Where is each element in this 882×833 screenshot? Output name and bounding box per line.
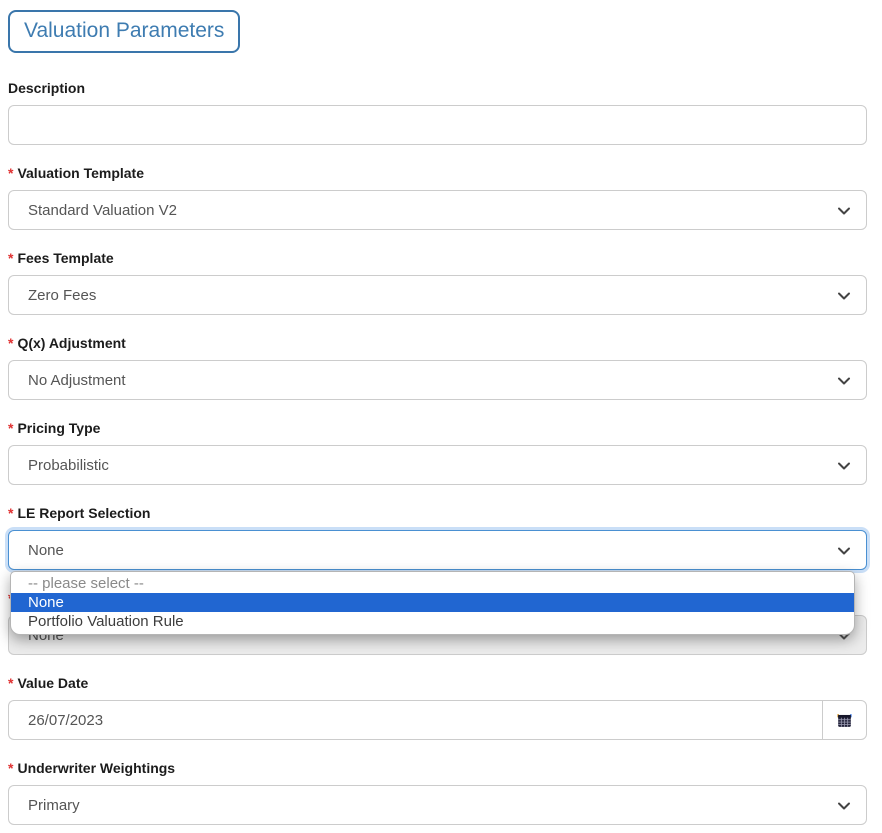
pricing-type-select[interactable]: Probabilistic xyxy=(8,445,867,485)
required-asterisk: * xyxy=(8,335,13,351)
description-input[interactable] xyxy=(8,105,867,145)
valuation-template-select[interactable]: Standard Valuation V2 xyxy=(8,190,867,230)
chevron-down-icon xyxy=(837,204,851,218)
value-date-label-text: Value Date xyxy=(17,675,88,691)
fees-template-value: Zero Fees xyxy=(9,287,866,304)
le-report-selection-label: *LE Report Selection xyxy=(8,505,867,521)
chevron-down-icon xyxy=(837,544,851,558)
fees-template-select[interactable]: Zero Fees xyxy=(8,275,867,315)
option-none[interactable]: None xyxy=(11,593,854,612)
qx-adjustment-label: *Q(x) Adjustment xyxy=(8,335,867,351)
value-date-input[interactable] xyxy=(8,700,822,740)
chevron-down-icon xyxy=(837,459,851,473)
valuation-template-label-text: Valuation Template xyxy=(17,165,144,181)
le-report-selection-value: None xyxy=(9,542,866,559)
chevron-down-icon xyxy=(837,289,851,303)
field-le-report-selection: *LE Report Selection None -- please sele… xyxy=(8,505,867,570)
fees-template-label: *Fees Template xyxy=(8,250,867,266)
required-asterisk: * xyxy=(8,165,13,181)
underwriter-weightings-select[interactable]: Primary xyxy=(8,785,867,825)
date-picker-button[interactable] xyxy=(822,700,867,740)
valuation-template-label: *Valuation Template xyxy=(8,165,867,181)
chevron-down-icon xyxy=(837,799,851,813)
required-asterisk: * xyxy=(8,675,13,691)
required-asterisk: * xyxy=(8,760,13,776)
qx-adjustment-value: No Adjustment xyxy=(9,372,866,389)
required-asterisk: * xyxy=(8,505,13,521)
page-title: Valuation Parameters xyxy=(8,10,240,53)
le-report-selection-wrap: None -- please select -- None Portfolio … xyxy=(8,530,867,570)
underwriter-weightings-label: *Underwriter Weightings xyxy=(8,760,867,776)
field-pricing-type: *Pricing Type Probabilistic xyxy=(8,420,867,485)
le-report-selection-options: -- please select -- None Portfolio Valua… xyxy=(10,571,855,635)
description-label: Description xyxy=(8,80,867,96)
pricing-type-label-text: Pricing Type xyxy=(17,420,100,436)
field-valuation-template: *Valuation Template Standard Valuation V… xyxy=(8,165,867,230)
pricing-type-label: *Pricing Type xyxy=(8,420,867,436)
calendar-icon xyxy=(835,711,854,730)
value-date-label: *Value Date xyxy=(8,675,867,691)
field-description: Description xyxy=(8,80,867,145)
qx-adjustment-select[interactable]: No Adjustment xyxy=(8,360,867,400)
fees-template-label-text: Fees Template xyxy=(17,250,113,266)
field-qx-adjustment: *Q(x) Adjustment No Adjustment xyxy=(8,335,867,400)
le-report-selection-select[interactable]: None xyxy=(8,530,867,570)
chevron-down-icon xyxy=(837,374,851,388)
qx-adjustment-label-text: Q(x) Adjustment xyxy=(17,335,125,351)
le-report-selection-label-text: LE Report Selection xyxy=(17,505,150,521)
field-fees-template: *Fees Template Zero Fees xyxy=(8,250,867,315)
valuation-template-value: Standard Valuation V2 xyxy=(9,202,866,219)
pricing-type-value: Probabilistic xyxy=(9,457,866,474)
required-asterisk: * xyxy=(8,250,13,266)
required-asterisk: * xyxy=(8,420,13,436)
option-please-select[interactable]: -- please select -- xyxy=(11,574,854,593)
description-label-text: Description xyxy=(8,80,85,96)
option-portfolio-valuation-rule[interactable]: Portfolio Valuation Rule xyxy=(11,612,854,631)
field-value-date: *Value Date xyxy=(8,675,867,740)
underwriter-weightings-label-text: Underwriter Weightings xyxy=(17,760,175,776)
value-date-group xyxy=(8,700,867,740)
field-underwriter-weightings: *Underwriter Weightings Primary xyxy=(8,760,867,825)
valuation-parameters-form: Valuation Parameters Description *Valuat… xyxy=(0,0,882,825)
underwriter-weightings-value: Primary xyxy=(9,797,866,814)
